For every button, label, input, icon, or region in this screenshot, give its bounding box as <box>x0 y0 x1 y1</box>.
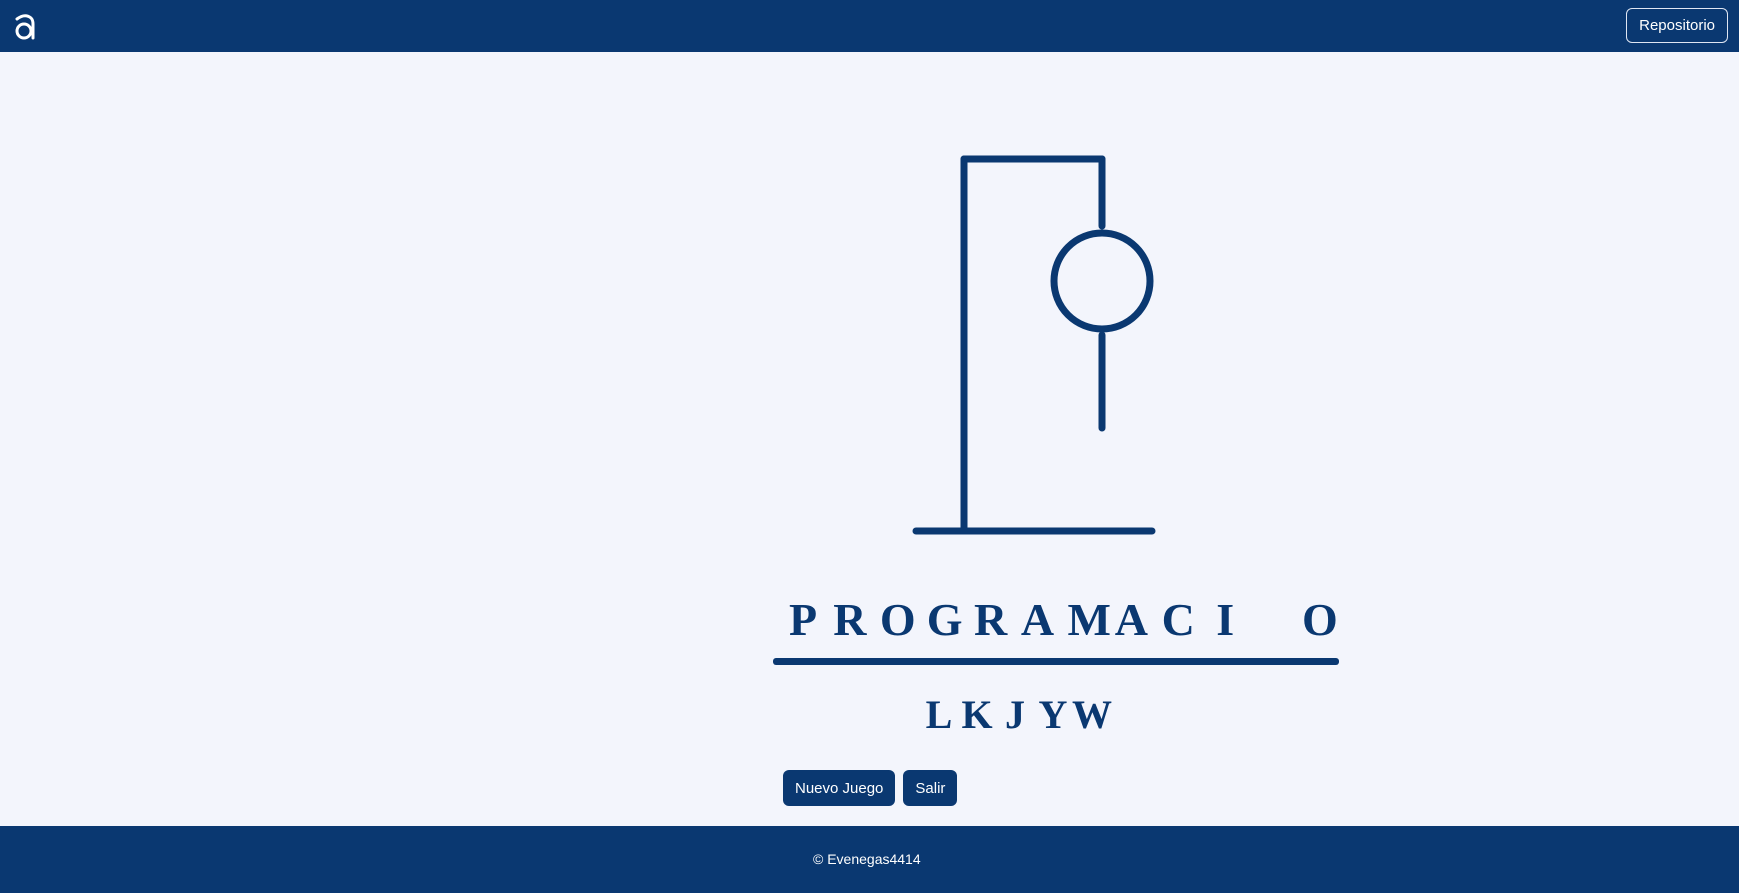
alura-logo-icon[interactable] <box>14 12 36 40</box>
word-letter: O <box>879 594 916 645</box>
word-letter: O <box>1301 594 1338 645</box>
word-letter: R <box>833 594 867 645</box>
secret-word: P R O G R A M A C I O <box>778 594 1344 645</box>
game-buttons: Nuevo Juego Salir <box>783 770 958 806</box>
word-letter: M <box>1067 594 1111 645</box>
wrong-letter: W <box>1072 692 1112 737</box>
word-letter: A <box>1114 594 1148 645</box>
wrong-letters: L K J Y W <box>920 692 1112 737</box>
word-letter <box>1255 597 1289 642</box>
wrong-letter: Y <box>1038 692 1068 737</box>
exit-button[interactable]: Salir <box>903 770 958 806</box>
word-letter: R <box>974 594 1008 645</box>
word-letter: P <box>788 594 818 645</box>
top-bar: Repositorio <box>0 0 1739 52</box>
wrong-letter: K <box>961 692 993 737</box>
hangman-drawing <box>912 155 1156 535</box>
hangman-head <box>1050 229 1154 333</box>
repository-button[interactable]: Repositorio <box>1626 8 1728 43</box>
word-letter: A <box>1020 594 1055 645</box>
word-letter: G <box>926 594 963 645</box>
word-letter: I <box>1216 594 1235 645</box>
new-game-button[interactable]: Nuevo Juego <box>783 770 896 806</box>
word-underline <box>773 658 1339 665</box>
copyright-text: © Evenegas4414 <box>813 851 921 867</box>
word-letter: C <box>1161 594 1195 645</box>
wrong-letter: J <box>1005 692 1025 737</box>
wrong-letter: L <box>925 692 953 737</box>
